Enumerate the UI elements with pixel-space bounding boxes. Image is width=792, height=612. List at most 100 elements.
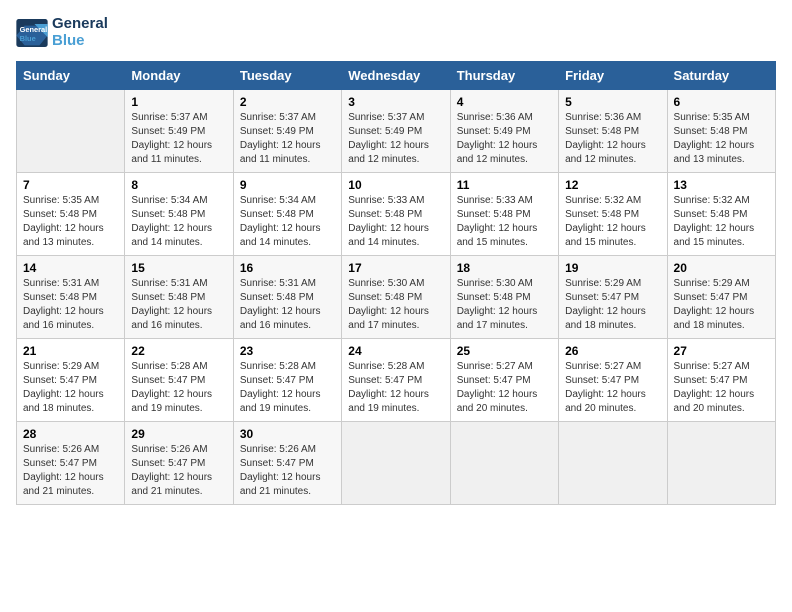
calendar-cell: 18 Sunrise: 5:30 AM Sunset: 5:48 PM Dayli… [450, 256, 558, 339]
day-number: 17 [348, 261, 443, 275]
calendar-cell: 16 Sunrise: 5:31 AM Sunset: 5:48 PM Dayli… [233, 256, 341, 339]
day-number: 6 [674, 95, 769, 109]
logo: General Blue General Blue [16, 16, 108, 49]
calendar-cell: 25Sunrise: 5:27 AM Sunset: 5:47 PM Dayli… [450, 339, 558, 422]
day-number: 20 [674, 261, 769, 275]
day-info: Sunrise: 5:28 AM Sunset: 5:47 PM Dayligh… [240, 360, 335, 416]
day-number: 13 [674, 178, 769, 192]
calendar-cell: 3Sunrise: 5:37 AM Sunset: 5:49 PM Daylig… [342, 90, 450, 173]
day-info: Sunrise: 5:36 AM Sunset: 5:48 PM Dayligh… [565, 111, 660, 167]
day-number: 15 [131, 261, 226, 275]
day-info: Sunrise: 5:33 AM Sunset: 5:48 PM Dayligh… [348, 194, 443, 250]
calendar-cell [667, 422, 775, 505]
day-info: Sunrise: 5:26 AM Sunset: 5:47 PM Dayligh… [131, 443, 226, 499]
column-header-thursday: Thursday [450, 62, 558, 90]
day-info: Sunrise: 5:31 AM Sunset: 5:48 PM Dayligh… [23, 277, 118, 333]
column-header-friday: Friday [559, 62, 667, 90]
day-number: 23 [240, 344, 335, 358]
calendar-cell: 15 Sunrise: 5:31 AM Sunset: 5:48 PM Dayli… [125, 256, 233, 339]
day-info: Sunrise: 5:32 AM Sunset: 5:48 PM Dayligh… [565, 194, 660, 250]
day-number: 2 [240, 95, 335, 109]
day-info: Sunrise: 5:34 AM Sunset: 5:48 PM Dayligh… [240, 194, 335, 250]
day-number: 10 [348, 178, 443, 192]
calendar-cell: 30Sunrise: 5:26 AM Sunset: 5:47 PM Dayli… [233, 422, 341, 505]
day-number: 3 [348, 95, 443, 109]
day-info: Sunrise: 5:31 AM Sunset: 5:48 PM Dayligh… [131, 277, 226, 333]
calendar-cell [342, 422, 450, 505]
day-number: 4 [457, 95, 552, 109]
day-info: Sunrise: 5:37 AM Sunset: 5:49 PM Dayligh… [240, 111, 335, 167]
day-info: Sunrise: 5:31 AM Sunset: 5:48 PM Dayligh… [240, 277, 335, 333]
day-info: Sunrise: 5:34 AM Sunset: 5:48 PM Dayligh… [131, 194, 226, 250]
calendar-cell: 23 Sunrise: 5:28 AM Sunset: 5:47 PM Dayli… [233, 339, 341, 422]
day-number: 8 [131, 178, 226, 192]
logo-icon: General Blue [16, 19, 48, 47]
svg-text:General: General [20, 25, 48, 34]
column-header-saturday: Saturday [667, 62, 775, 90]
day-number: 28 [23, 427, 118, 441]
calendar-cell: 12Sunrise: 5:32 AM Sunset: 5:48 PM Dayli… [559, 173, 667, 256]
week-row-1: 1 Sunrise: 5:37 AM Sunset: 5:49 PM Daylig… [17, 90, 776, 173]
calendar-cell: 7 Sunrise: 5:35 AM Sunset: 5:48 PM Daylig… [17, 173, 125, 256]
svg-text:Blue: Blue [20, 34, 36, 43]
page-header: General Blue General Blue [16, 16, 776, 49]
day-info: Sunrise: 5:30 AM Sunset: 5:48 PM Dayligh… [457, 277, 552, 333]
day-info: Sunrise: 5:36 AM Sunset: 5:49 PM Dayligh… [457, 111, 552, 167]
column-header-monday: Monday [125, 62, 233, 90]
calendar-cell: 13 Sunrise: 5:32 AM Sunset: 5:48 PM Dayli… [667, 173, 775, 256]
day-info: Sunrise: 5:26 AM Sunset: 5:47 PM Dayligh… [23, 443, 118, 499]
week-row-2: 7 Sunrise: 5:35 AM Sunset: 5:48 PM Daylig… [17, 173, 776, 256]
day-number: 27 [674, 344, 769, 358]
calendar-cell: 10 Sunrise: 5:33 AM Sunset: 5:48 PM Dayli… [342, 173, 450, 256]
calendar-cell: 19Sunrise: 5:29 AM Sunset: 5:47 PM Dayli… [559, 256, 667, 339]
day-info: Sunrise: 5:33 AM Sunset: 5:48 PM Dayligh… [457, 194, 552, 250]
day-number: 24 [348, 344, 443, 358]
calendar-cell: 20Sunrise: 5:29 AM Sunset: 5:47 PM Dayli… [667, 256, 775, 339]
day-info: Sunrise: 5:29 AM Sunset: 5:47 PM Dayligh… [23, 360, 118, 416]
day-info: Sunrise: 5:35 AM Sunset: 5:48 PM Dayligh… [23, 194, 118, 250]
calendar-cell: 8 Sunrise: 5:34 AM Sunset: 5:48 PM Daylig… [125, 173, 233, 256]
calendar-cell: 11 Sunrise: 5:33 AM Sunset: 5:48 PM Dayli… [450, 173, 558, 256]
day-number: 14 [23, 261, 118, 275]
calendar-header-row: SundayMondayTuesdayWednesdayThursdayFrid… [17, 62, 776, 90]
day-info: Sunrise: 5:35 AM Sunset: 5:48 PM Dayligh… [674, 111, 769, 167]
day-info: Sunrise: 5:27 AM Sunset: 5:47 PM Dayligh… [565, 360, 660, 416]
calendar-cell: 6 Sunrise: 5:35 AM Sunset: 5:48 PM Daylig… [667, 90, 775, 173]
day-number: 7 [23, 178, 118, 192]
calendar-cell: 1 Sunrise: 5:37 AM Sunset: 5:49 PM Daylig… [125, 90, 233, 173]
column-header-tuesday: Tuesday [233, 62, 341, 90]
calendar-cell: 2 Sunrise: 5:37 AM Sunset: 5:49 PM Daylig… [233, 90, 341, 173]
calendar-table: SundayMondayTuesdayWednesdayThursdayFrid… [16, 61, 776, 505]
column-header-wednesday: Wednesday [342, 62, 450, 90]
day-info: Sunrise: 5:28 AM Sunset: 5:47 PM Dayligh… [348, 360, 443, 416]
calendar-cell [559, 422, 667, 505]
day-number: 18 [457, 261, 552, 275]
day-number: 9 [240, 178, 335, 192]
day-number: 11 [457, 178, 552, 192]
day-number: 5 [565, 95, 660, 109]
day-number: 26 [565, 344, 660, 358]
day-info: Sunrise: 5:28 AM Sunset: 5:47 PM Dayligh… [131, 360, 226, 416]
calendar-cell: 17 Sunrise: 5:30 AM Sunset: 5:48 PM Dayli… [342, 256, 450, 339]
calendar-cell: 4 Sunrise: 5:36 AM Sunset: 5:49 PM Daylig… [450, 90, 558, 173]
day-info: Sunrise: 5:27 AM Sunset: 5:47 PM Dayligh… [457, 360, 552, 416]
day-info: Sunrise: 5:32 AM Sunset: 5:48 PM Dayligh… [674, 194, 769, 250]
week-row-5: 28 Sunrise: 5:26 AM Sunset: 5:47 PM Dayli… [17, 422, 776, 505]
calendar-cell: 22Sunrise: 5:28 AM Sunset: 5:47 PM Dayli… [125, 339, 233, 422]
calendar-cell: 14 Sunrise: 5:31 AM Sunset: 5:48 PM Dayli… [17, 256, 125, 339]
logo-text-blue: Blue [52, 33, 108, 50]
calendar-cell: 9 Sunrise: 5:34 AM Sunset: 5:48 PM Daylig… [233, 173, 341, 256]
calendar-cell: 29 Sunrise: 5:26 AM Sunset: 5:47 PM Dayli… [125, 422, 233, 505]
calendar-cell: 5 Sunrise: 5:36 AM Sunset: 5:48 PM Daylig… [559, 90, 667, 173]
day-number: 16 [240, 261, 335, 275]
day-number: 1 [131, 95, 226, 109]
calendar-cell: 24 Sunrise: 5:28 AM Sunset: 5:47 PM Dayli… [342, 339, 450, 422]
day-info: Sunrise: 5:29 AM Sunset: 5:47 PM Dayligh… [565, 277, 660, 333]
day-info: Sunrise: 5:30 AM Sunset: 5:48 PM Dayligh… [348, 277, 443, 333]
logo-text-general: General [52, 16, 108, 33]
day-number: 29 [131, 427, 226, 441]
day-info: Sunrise: 5:37 AM Sunset: 5:49 PM Dayligh… [131, 111, 226, 167]
week-row-3: 14 Sunrise: 5:31 AM Sunset: 5:48 PM Dayli… [17, 256, 776, 339]
day-info: Sunrise: 5:27 AM Sunset: 5:47 PM Dayligh… [674, 360, 769, 416]
calendar-cell [17, 90, 125, 173]
